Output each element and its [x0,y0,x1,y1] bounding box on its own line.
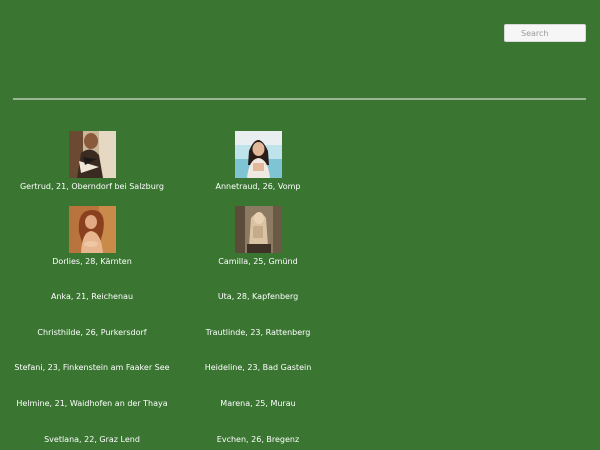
profile-caption: Uta, 28, Kapfenberg [217,292,299,301]
profile-photo[interactable] [234,131,282,178]
profile-card[interactable]: Annetraud, 26, Vomp [175,131,341,192]
profile-card[interactable]: Christhilde, 26, Purkersdorf [9,328,175,338]
profile-caption: Dorlies, 28, Kärnten [52,257,132,266]
profile-card[interactable]: Uta, 28, Kapfenberg [175,292,341,302]
profile-card[interactable]: Evchen, 26, Bregenz [175,435,341,445]
profile-photo[interactable] [68,131,116,178]
profile-caption: Helmine, 21, Waidhofen an der Thaya [16,399,168,408]
profile-photo[interactable] [68,206,116,253]
profile-card[interactable]: Heideline, 23, Bad Gastein [175,363,341,373]
profile-card[interactable]: Gertrud, 21, Oberndorf bei Salzburg [9,131,175,192]
profile-card[interactable]: Trautlinde, 23, Rattenberg [175,328,341,338]
profile-caption: Heideline, 23, Bad Gastein [204,363,312,372]
search-input[interactable] [504,24,586,42]
profile-card[interactable]: Stefani, 23, Finkenstein am Faaker See [9,363,175,373]
profile-card[interactable]: Marena, 25, Murau [175,399,341,409]
profile-caption: Evchen, 26, Bregenz [216,435,300,444]
profile-caption: Gertrud, 21, Oberndorf bei Salzburg [19,182,164,191]
profile-caption: Svetlana, 22, Graz Lend [44,435,140,444]
profile-caption: Camilla, 25, Gmünd [218,257,298,266]
profile-caption: Christhilde, 26, Purkersdorf [37,328,147,337]
profile-caption: Marena, 25, Murau [220,399,296,408]
profile-caption: Annetraud, 26, Vomp [215,182,301,191]
profile-card[interactable]: Camilla, 25, Gmünd [175,206,341,267]
header-divider [13,98,586,100]
profile-card[interactable]: Svetlana, 22, Graz Lend [9,435,175,445]
profile-card[interactable]: Dorlies, 28, Kärnten [9,206,175,267]
profile-caption: Anka, 21, Reichenau [50,292,134,301]
page: Gertrud, 21, Oberndorf bei Salzburg Anne… [0,0,600,450]
profile-caption: Trautlinde, 23, Rattenberg [205,328,311,337]
profile-caption: Stefani, 23, Finkenstein am Faaker See [14,363,170,372]
profile-card[interactable]: Anka, 21, Reichenau [9,292,175,302]
profile-card[interactable]: Helmine, 21, Waidhofen an der Thaya [9,399,175,409]
profile-photo[interactable] [234,206,282,253]
